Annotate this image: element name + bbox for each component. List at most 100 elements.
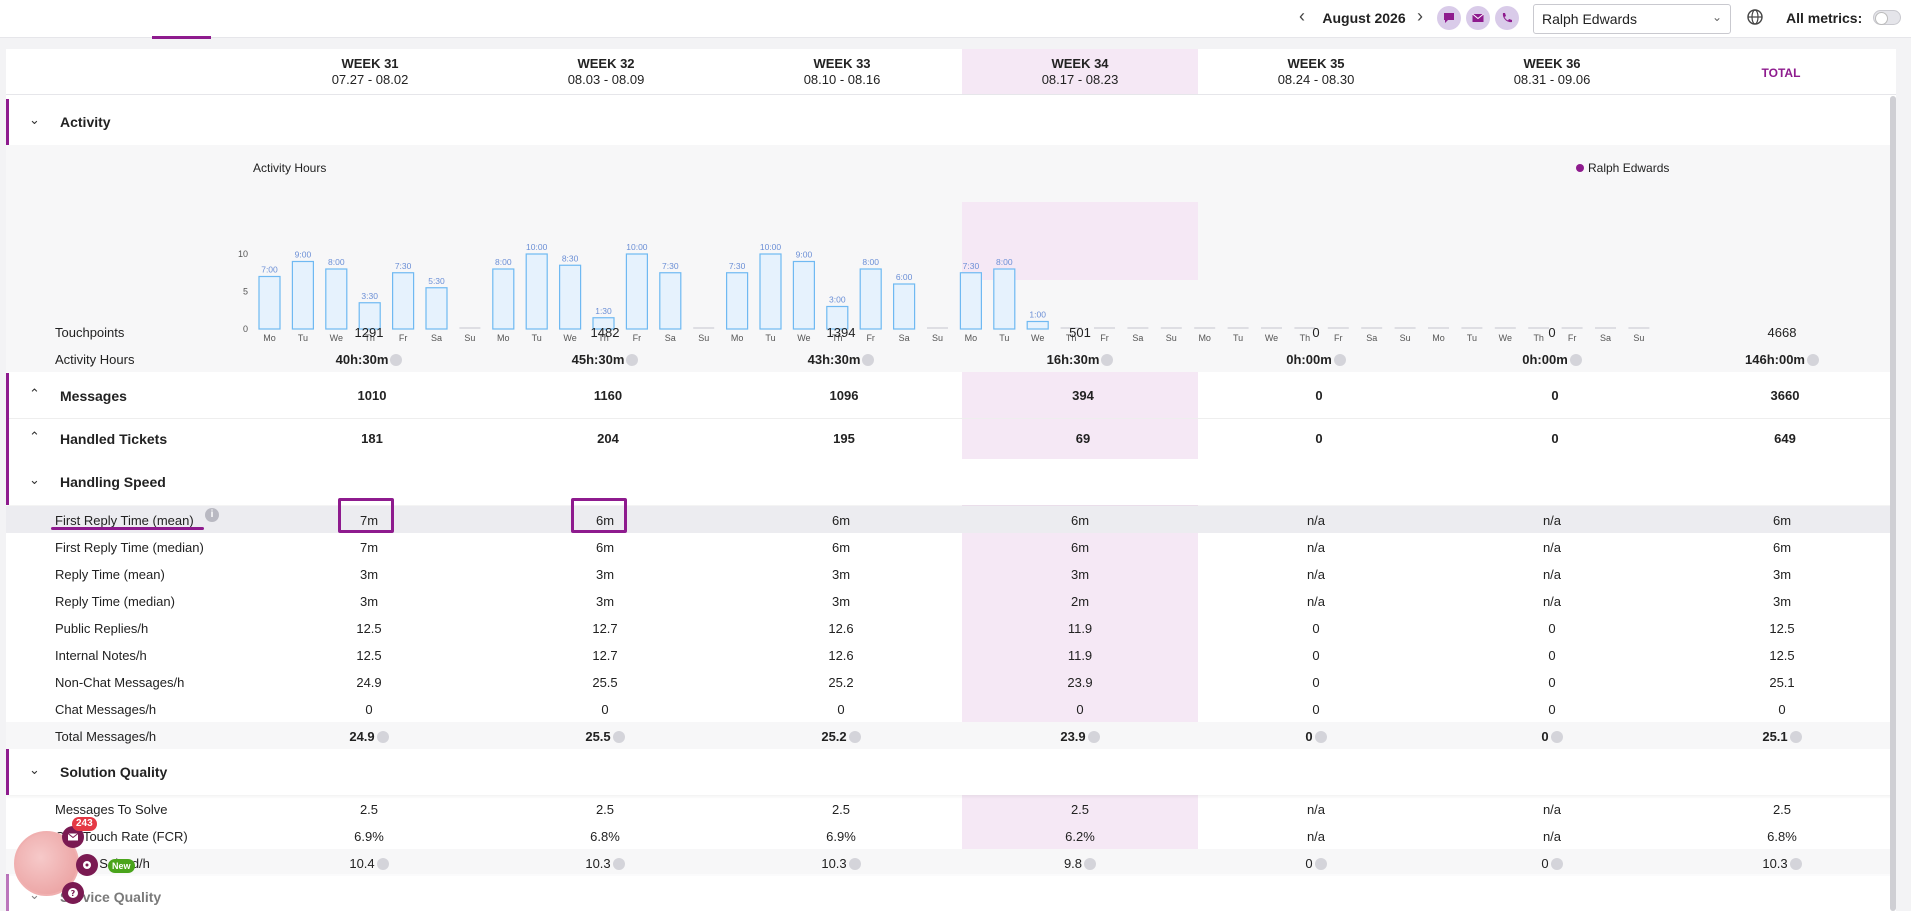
week-header-31[interactable]: WEEK 31 07.27 - 08.02	[252, 56, 488, 87]
metric-value: 0	[1312, 648, 1320, 663]
clock-icon	[1314, 858, 1327, 870]
metric-value: 11.9	[1067, 648, 1093, 663]
settings-widget-button[interactable]	[76, 854, 98, 876]
metric-row[interactable]: Public Replies/h 12.5 12.7 12.6 11.9 0 0 12.5	[6, 614, 1896, 641]
agent-select[interactable]: Ralph Edwards ⌄	[1533, 4, 1731, 34]
gear-icon	[83, 861, 91, 869]
metric-value: 24.9	[349, 729, 375, 744]
metric-row[interactable]: First Reply Time (mean) 7m 6m 6m 6m n/a n/a 6m	[6, 506, 1896, 533]
metric-value: 0	[1312, 675, 1320, 690]
section-title: Activity	[60, 114, 111, 130]
section-value: 204	[597, 431, 619, 446]
metric-value: n/a	[1542, 513, 1562, 528]
metric-value: n/a	[1306, 802, 1326, 817]
metric-row[interactable]: Total Messages/h 24.9 25.5 25.2 23.9 0 0 25.1	[6, 722, 1896, 749]
phone-channel-button[interactable]	[1495, 6, 1519, 30]
metric-value: 40h:30m	[335, 352, 389, 367]
metric-value: 6m	[1772, 540, 1792, 555]
metric-value: 16h:30m	[1046, 352, 1100, 367]
agent-select-value: Ralph Edwards	[1542, 11, 1637, 27]
metric-row[interactable]: Non-Chat Messages/h 24.9 25.5 25.2 23.9 0 0 25.…	[6, 668, 1896, 695]
notification-badge: 243	[72, 817, 97, 831]
bar-data-label: 7:00	[261, 265, 278, 275]
section-activity[interactable]: ⌄ Activity	[6, 99, 1896, 145]
metric-value: 25.1	[1762, 729, 1788, 744]
metric-label: Chat Messages/h	[55, 702, 157, 717]
week-range: 08.31 - 09.06	[1513, 72, 1591, 87]
metric-label: Total Messages/h	[55, 729, 157, 744]
new-badge: New	[108, 859, 135, 873]
section-service-quality[interactable]: ⌄ Service Quality	[6, 874, 1896, 911]
week-header-35[interactable]: WEEK 35 08.24 - 08.30	[1198, 56, 1434, 87]
info-icon[interactable]: i	[205, 508, 219, 522]
chevron-down-icon: ⌄	[29, 472, 40, 487]
metric-value: 3m	[359, 567, 379, 582]
section-handled-tickets[interactable]: ⌃ Handled Tickets 181 204 195 69 0 0 649	[6, 416, 1896, 462]
metric-row[interactable]: Reply Time (median) 3m 3m 3m 2m n/a n/a 3m	[6, 587, 1896, 614]
metric-value: 12.7	[592, 648, 618, 663]
metric-value: 0	[1778, 702, 1786, 717]
metric-row-touchpoints[interactable]: Touchpoints 1291 1482 1394 501 0 0 4668	[6, 318, 1896, 345]
clock-icon	[376, 858, 389, 870]
metric-label: Touchpoints	[55, 325, 125, 340]
section-value: 0	[1551, 388, 1559, 403]
metric-value: 6.8%	[590, 829, 620, 844]
metric-value: 2.5	[595, 802, 615, 817]
bar-data-label: 10:00	[760, 242, 782, 252]
section-title: Handled Tickets	[60, 431, 168, 447]
question-icon: ?	[68, 888, 78, 898]
clock-icon	[1789, 731, 1802, 743]
chat-channel-button[interactable]	[1437, 6, 1461, 30]
week-name: WEEK 32	[577, 56, 635, 71]
bar-data-label: 8:00	[862, 257, 879, 267]
clock-icon	[612, 731, 625, 743]
metric-label: Messages To Solve	[55, 802, 168, 817]
metric-row[interactable]: One Touch Rate (FCR) 6.9% 6.8% 6.9% 6.2% n/a n…	[6, 822, 1896, 849]
chevron-up-icon: ⌃	[29, 429, 40, 444]
metric-value: 10.3	[1762, 856, 1788, 871]
help-widget-button[interactable]: ?	[62, 882, 84, 904]
clock-icon	[1101, 354, 1114, 366]
section-value: 1160	[593, 388, 623, 403]
week-header-32[interactable]: WEEK 32 08.03 - 08.09	[488, 56, 724, 87]
metric-row[interactable]: Reply Time (mean) 3m 3m 3m 3m n/a n/a 3m	[6, 560, 1896, 587]
metric-row[interactable]: Internal Notes/h 12.5 12.7 12.6 11.9 0 0 12.5	[6, 641, 1896, 668]
section-messages[interactable]: ⌃ Messages 1010 1160 1096 394 0 0 3660	[6, 373, 1896, 419]
metric-value: 10.3	[821, 856, 847, 871]
metric-row[interactable]: Messages To Solve 2.5 2.5 2.5 2.5 n/a n/a 2.5	[6, 795, 1896, 822]
vertical-scrollbar[interactable]	[1890, 96, 1896, 911]
section-value: 69	[1075, 431, 1091, 446]
week-header-33[interactable]: WEEK 33 08.10 - 08.16	[724, 56, 960, 87]
metric-value: 3m	[1070, 567, 1090, 582]
bar-data-label: 5:30	[428, 276, 445, 286]
email-channel-button[interactable]	[1466, 6, 1490, 30]
metric-row[interactable]: First Reply Time (median) 7m 6m 6m 6m n/a n/a 6…	[6, 533, 1896, 560]
all-metrics-toggle[interactable]	[1873, 10, 1901, 25]
metric-value: 6m	[595, 540, 615, 555]
metric-value: 6m	[831, 540, 851, 555]
metric-value: 3m	[595, 567, 615, 582]
metric-value: 0	[1076, 702, 1084, 717]
week-header-36[interactable]: WEEK 36 08.31 - 09.06	[1434, 56, 1670, 87]
metric-row[interactable]: Chat Messages/h 0 0 0 0 0 0 0	[6, 695, 1896, 722]
metric-row-activity-hours[interactable]: Activity Hours 40h:30m 45h:30m 43h:30m 1…	[6, 345, 1896, 372]
metric-value: 7m	[359, 540, 379, 555]
metric-value: 3m	[1772, 594, 1792, 609]
week-header-34[interactable]: WEEK 34 08.17 - 08.23	[962, 56, 1198, 87]
next-month-button[interactable]: ›	[1410, 6, 1430, 30]
metric-value: 10.4	[349, 856, 375, 871]
metric-value: 4668	[1767, 325, 1797, 340]
metric-value: 2.5	[1070, 802, 1090, 817]
clock-icon	[626, 354, 639, 366]
metric-value: 3m	[831, 594, 851, 609]
clock-icon	[848, 731, 861, 743]
metric-value: 0h:00m	[1522, 352, 1568, 367]
section-handling-speed[interactable]: ⌄ Handling Speed	[6, 459, 1896, 505]
prev-month-button[interactable]: ‹	[1292, 6, 1312, 30]
metric-value: 1394	[826, 325, 856, 340]
metric-row[interactable]: Tickets Solved/h 10.4 10.3 10.3 9.8 0 0 10.3	[6, 849, 1896, 876]
globe-icon[interactable]	[1745, 7, 1765, 27]
section-value: 649	[1774, 431, 1796, 446]
metric-value: 12.6	[828, 648, 854, 663]
section-solution-quality[interactable]: ⌄ Solution Quality	[6, 749, 1896, 795]
